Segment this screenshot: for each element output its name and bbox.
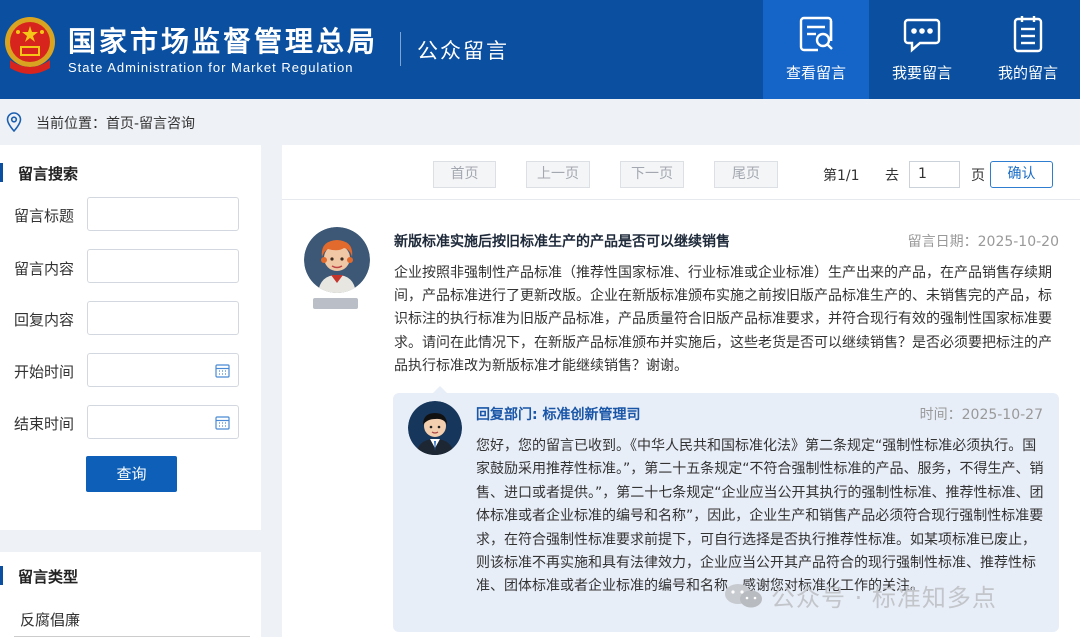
breadcrumb: 当前位置：首页-留言咨询: [0, 99, 1080, 143]
nav-view-messages[interactable]: 查看留言: [763, 0, 869, 99]
message-types-panel: 留言类型 反腐倡廉: [0, 552, 261, 637]
org-name-en: State Administration for Market Regulati…: [68, 60, 354, 75]
message-search-panel: 留言搜索 留言标题 留言内容 回复内容 开始时间 结束时间 查询: [0, 145, 261, 530]
nav-label: 查看留言: [785, 64, 846, 82]
first-page-button[interactable]: 首页: [433, 161, 496, 188]
message-body: 企业按照非强制性产品标准（推荐性国家标准、行业标准或企业标准）生产出来的产品，在…: [394, 265, 1052, 374]
wechat-icon: [725, 584, 762, 608]
start-date-field[interactable]: [87, 353, 239, 387]
view-messages-icon: [799, 16, 833, 52]
portal-title: 公众留言: [417, 39, 509, 63]
message-date: 留言日期：2025-10-20: [907, 234, 1059, 250]
end-date-label: 结束时间: [14, 415, 75, 433]
calendar-icon[interactable]: [215, 415, 230, 430]
org-name-cn: 国家市场监督管理总局: [68, 25, 379, 58]
reply-body: 您好，您的留言已收到。《中华人民共和国标准化法》第二条规定“强制性标准必须执行。…: [476, 438, 1044, 595]
content-field[interactable]: [87, 249, 239, 283]
title-input[interactable]: [88, 198, 238, 230]
nav-label: 我要留言: [891, 64, 952, 82]
list-icon: [1013, 16, 1043, 53]
calendar-icon[interactable]: [215, 363, 230, 378]
divider: [282, 199, 1080, 200]
page-number-input[interactable]: 1: [909, 161, 960, 188]
start-date-label: 开始时间: [14, 363, 75, 381]
prev-page-button[interactable]: 上一页: [526, 161, 590, 188]
department-avatar: [408, 401, 462, 455]
reply-caret: [433, 386, 447, 393]
panel-title: 留言类型: [0, 566, 78, 586]
last-page-button[interactable]: 尾页: [714, 161, 778, 188]
breadcrumb-text: 当前位置：首页-留言咨询: [36, 116, 196, 132]
site-header: 国家市场监督管理总局 State Administration for Mark…: [0, 0, 1080, 99]
type-item-anticorruption[interactable]: 反腐倡廉: [20, 609, 80, 630]
page-indicator: 第1/1: [823, 168, 860, 184]
message-title[interactable]: 新版标准实施后按旧标准生产的产品是否可以继续销售: [394, 231, 730, 251]
national-emblem-icon: [5, 17, 55, 74]
nav-leave-message[interactable]: 我要留言: [869, 0, 975, 99]
content-field-label: 留言内容: [14, 260, 75, 278]
message-list-panel: 首页 上一页 下一页 尾页 第1/1 去 1 页 确认 新版标准实施后按旧标准生…: [282, 145, 1080, 637]
chat-icon: [903, 18, 941, 53]
user-avatar: [304, 227, 370, 293]
location-pin-icon: [6, 112, 22, 132]
panel-title: 留言搜索: [0, 163, 78, 183]
confirm-page-button[interactable]: 确认: [990, 161, 1053, 188]
next-page-button[interactable]: 下一页: [620, 161, 684, 188]
reply-department: 回复部门: 标准创新管理司: [476, 407, 641, 423]
watermark-text: 公众号 · 标准知多点: [771, 584, 997, 612]
goto-label: 去: [885, 168, 899, 184]
search-button[interactable]: 查询: [86, 456, 177, 492]
reply-input[interactable]: [88, 302, 238, 334]
user-name-redacted: [313, 298, 358, 309]
end-date-field[interactable]: [87, 405, 239, 439]
nav-my-messages[interactable]: 我的留言: [975, 0, 1080, 99]
title-field[interactable]: [87, 197, 239, 231]
reply-field[interactable]: [87, 301, 239, 335]
title-field-label: 留言标题: [14, 207, 75, 225]
page-unit-label: 页: [971, 168, 985, 184]
reply-field-label: 回复内容: [14, 311, 75, 329]
reply-date: 时间：2025-10-27: [919, 407, 1043, 423]
content-input[interactable]: [88, 250, 238, 282]
nav-label: 我的留言: [997, 64, 1058, 82]
header-divider: [400, 32, 401, 66]
